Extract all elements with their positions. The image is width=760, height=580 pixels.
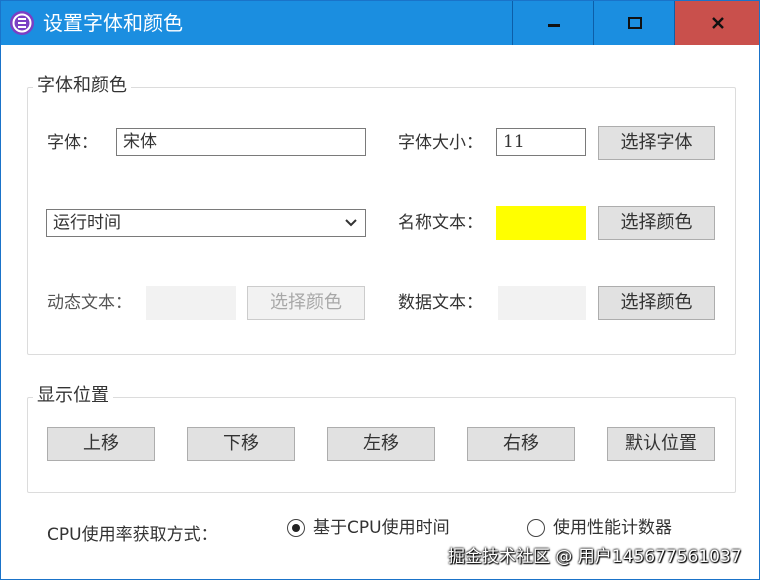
dynamic-choose-color-button: 选择颜色 bbox=[247, 286, 365, 320]
choose-font-button[interactable]: 选择字体 bbox=[598, 126, 715, 160]
app-logo-icon bbox=[10, 11, 34, 35]
name-text-label: 名称文本： bbox=[398, 213, 483, 233]
dynamic-text-label: 动态文本： bbox=[47, 293, 132, 313]
move-down-button[interactable]: 下移 bbox=[187, 427, 295, 461]
maximize-button[interactable] bbox=[593, 1, 675, 45]
item-select[interactable]: 运行时间 bbox=[46, 209, 366, 237]
cpu-method-label: CPU使用率获取方式： bbox=[47, 525, 218, 545]
cpu-time-option-label[interactable]: 基于CPU使用时间 bbox=[313, 516, 450, 540]
item-select-value: 运行时间 bbox=[53, 213, 121, 233]
chevron-down-icon bbox=[345, 219, 357, 227]
font-size-label: 字体大小： bbox=[398, 133, 483, 153]
data-choose-color-button[interactable]: 选择颜色 bbox=[598, 286, 715, 320]
close-icon bbox=[711, 17, 724, 29]
settings-dialog: 设置字体和颜色 字体和颜色 字体： 宋体 字体大小： 11 选择字体 运行时间 bbox=[0, 0, 760, 580]
font-color-group-title: 字体和颜色 bbox=[33, 75, 131, 97]
cpu-time-radio[interactable] bbox=[287, 519, 305, 537]
move-left-button[interactable]: 左移 bbox=[327, 427, 435, 461]
move-right-button[interactable]: 右移 bbox=[467, 427, 575, 461]
name-text-color-swatch[interactable] bbox=[496, 206, 586, 240]
font-size-field[interactable]: 11 bbox=[496, 128, 586, 156]
display-position-group-title: 显示位置 bbox=[33, 385, 113, 407]
font-label: 字体： bbox=[47, 133, 98, 153]
font-name-field[interactable]: 宋体 bbox=[116, 128, 366, 156]
close-button[interactable] bbox=[674, 1, 759, 45]
name-choose-color-button[interactable]: 选择颜色 bbox=[598, 206, 715, 240]
maximize-icon bbox=[627, 17, 642, 29]
perf-counter-radio[interactable] bbox=[527, 519, 545, 537]
dialog-body: 字体和颜色 字体： 宋体 字体大小： 11 选择字体 运行时间 名称文本： 选择… bbox=[1, 45, 759, 579]
watermark-text: 掘金技术社区 @ 用户145677561037 bbox=[448, 547, 742, 567]
title-bar[interactable]: 设置字体和颜色 bbox=[1, 1, 759, 45]
minimize-icon bbox=[547, 24, 560, 27]
dynamic-text-color-swatch bbox=[146, 286, 236, 320]
default-position-button[interactable]: 默认位置 bbox=[607, 427, 715, 461]
radio-selected-dot bbox=[292, 524, 300, 532]
data-text-label: 数据文本： bbox=[398, 293, 483, 313]
minimize-button[interactable] bbox=[512, 1, 594, 45]
data-text-color-swatch[interactable] bbox=[498, 286, 586, 320]
window-title: 设置字体和颜色 bbox=[43, 11, 183, 35]
perf-counter-option-label[interactable]: 使用性能计数器 bbox=[553, 516, 672, 540]
move-up-button[interactable]: 上移 bbox=[47, 427, 155, 461]
